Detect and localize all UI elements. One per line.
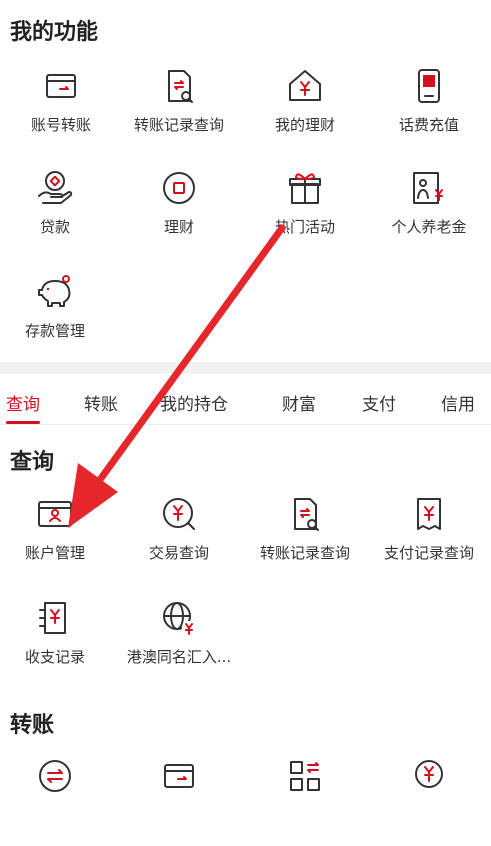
- account-management-label: 账户管理: [24, 544, 85, 562]
- hot-activities-button[interactable]: 热门活动: [244, 168, 366, 258]
- gift-icon: [285, 168, 325, 208]
- transfer-item-3[interactable]: [244, 756, 366, 846]
- pension-icon: [409, 168, 449, 208]
- card-transfer-icon: [159, 756, 199, 796]
- tab-wealth[interactable]: 财富: [282, 390, 316, 415]
- wealth-button[interactable]: 理财: [118, 168, 240, 258]
- query-transfer-record-label: 转账记录查询: [259, 544, 350, 562]
- my-functions-title: 我的功能: [10, 20, 99, 45]
- transfer-record-search-icon: [285, 494, 325, 534]
- phone-recharge-icon: [409, 66, 449, 106]
- query-section-title: 查询: [10, 450, 55, 475]
- payment-record-icon: [409, 494, 449, 534]
- section-divider: [0, 362, 491, 374]
- deposit-management-button[interactable]: 存款管理: [0, 272, 116, 362]
- transfer-record-query-button[interactable]: 转账记录查询: [118, 66, 240, 156]
- tab-credit[interactable]: 信用: [441, 390, 475, 415]
- transfer-record-query-label: 转账记录查询: [133, 116, 224, 134]
- category-tab-bar: 查询 转账 我的持仓 财富 支付 信用: [0, 378, 491, 424]
- income-expense-label: 收支记录: [24, 648, 85, 666]
- tab-transfer[interactable]: 转账: [84, 390, 118, 415]
- transfer-item-1[interactable]: [0, 756, 116, 846]
- account-card-icon: [35, 494, 75, 534]
- account-management-button[interactable]: 账户管理: [0, 494, 116, 584]
- personal-pension-button[interactable]: 个人养老金: [368, 168, 490, 258]
- yen-coin-icon: [409, 756, 449, 796]
- globe-yen-icon: [159, 598, 199, 638]
- hk-macau-remittance-button[interactable]: 港澳同名汇入...: [118, 598, 240, 688]
- my-wealth-button[interactable]: 我的理财: [244, 66, 366, 156]
- personal-pension-label: 个人养老金: [391, 218, 467, 236]
- query-transfer-record-button[interactable]: 转账记录查询: [244, 494, 366, 584]
- loan-button[interactable]: 贷款: [0, 168, 116, 258]
- hot-activities-label: 热门活动: [274, 218, 335, 236]
- tab-query[interactable]: 查询: [6, 390, 40, 415]
- transfer-item-2[interactable]: [118, 756, 240, 846]
- transaction-query-label: 交易查询: [148, 544, 209, 562]
- wealth-circle-icon: [159, 168, 199, 208]
- tab-bar-border: [0, 424, 491, 425]
- tab-payment[interactable]: 支付: [362, 390, 396, 415]
- transaction-query-button[interactable]: 交易查询: [118, 494, 240, 584]
- payment-record-query-button[interactable]: 支付记录查询: [368, 494, 490, 584]
- phone-recharge-label: 话费充值: [398, 116, 459, 134]
- transfer-record-search-icon: [159, 66, 199, 106]
- wealth-label: 理财: [163, 218, 194, 236]
- piggy-bank-icon: [35, 272, 75, 312]
- card-transfer-icon: [41, 66, 81, 106]
- income-expense-icon: [35, 598, 75, 638]
- transfer-section-title: 转账: [10, 713, 55, 738]
- loan-hand-icon: [35, 168, 75, 208]
- account-transfer-label: 账号转账: [30, 116, 91, 134]
- account-transfer-button[interactable]: 账号转账: [0, 66, 122, 156]
- deposit-management-label: 存款管理: [24, 322, 85, 340]
- hk-macau-remittance-label: 港澳同名汇入...: [126, 648, 232, 666]
- loan-label: 贷款: [39, 218, 70, 236]
- house-yen-icon: [285, 66, 325, 106]
- tab-my-holdings[interactable]: 我的持仓: [160, 390, 228, 415]
- yen-search-icon: [159, 494, 199, 534]
- income-expense-button[interactable]: 收支记录: [0, 598, 116, 688]
- my-wealth-label: 我的理财: [274, 116, 335, 134]
- phone-recharge-button[interactable]: 话费充值: [368, 66, 490, 156]
- payment-record-query-label: 支付记录查询: [383, 544, 474, 562]
- circle-exchange-icon: [35, 756, 75, 796]
- transfer-item-4[interactable]: [368, 756, 490, 846]
- qr-transfer-icon: [285, 756, 325, 796]
